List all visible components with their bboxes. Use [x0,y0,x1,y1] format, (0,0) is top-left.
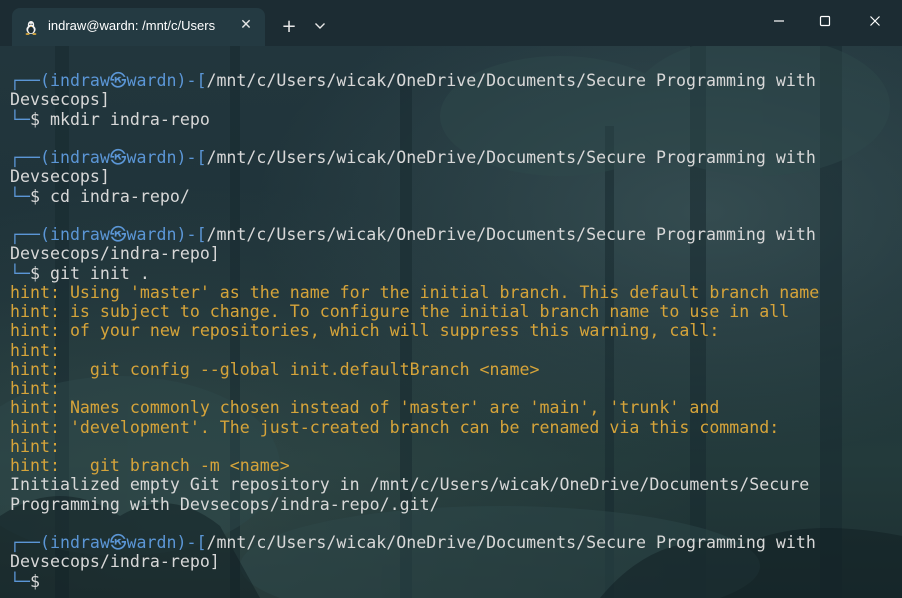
prompt-frame: ┌──( [10,225,50,244]
new-tab-button[interactable]: + [276,13,302,39]
hint-text: hint: git branch -m <name> [10,456,290,475]
title-bar: indraw@wardn: /mnt/c/Users ✕ + [0,0,902,46]
hint-line: hint: git config --global init.defaultBr… [10,360,892,379]
hint-line: hint: git branch -m <name> [10,456,892,475]
hint-text: hint: Names commonly chosen instead of '… [10,398,720,418]
prompt-corner: └─ [10,571,30,591]
prompt-user: indraw [49,533,110,552]
hint-line: hint: of your new repositories, which wi… [10,321,892,340]
hint-text: hint: is subject to change. To configure… [10,302,790,321]
prompt-frame: ┌──( [10,533,50,552]
prompt-user: indraw [49,71,110,90]
prompt-frame: ┌──( [10,148,50,167]
tab-close-icon[interactable]: ✕ [235,14,257,36]
prompt-path: /mnt/c/Users/wicak/OneDrive/Documents/Se… [206,533,816,552]
command-line: └─$ cd indra-repo/ [10,187,892,206]
prompt-dollar: $ [29,109,40,129]
prompt-path: /mnt/c/Users/wicak/OneDrive/Documents/Se… [206,71,816,90]
linux-penguin-icon [23,19,39,35]
command-text: git init . [39,263,150,283]
hint-line: hint: Using 'master' as the name for the… [10,283,892,302]
prompt-user: indraw [49,225,110,244]
prompt-at-symbol: ㉿ [109,148,127,167]
prompt-at-symbol: ㉿ [109,71,127,90]
prompt-header-line: ┌──(indraw㉿wardn)-[/mnt/c/Users/wicak/On… [10,533,892,552]
prompt-at-symbol: ㉿ [109,225,127,244]
prompt-dollar: $ [29,571,40,591]
terminal-viewport[interactable]: ┌──(indraw㉿wardn)-[/mnt/c/Users/wicak/On… [0,46,902,598]
prompt-corner: └─ [10,109,30,129]
tab-title: indraw@wardn: /mnt/c/Users [48,18,216,33]
hint-line: hint: [10,379,892,398]
tab-terminal[interactable]: indraw@wardn: /mnt/c/Users ✕ [12,8,265,46]
prompt-host: wardn [126,71,177,90]
hint-text: hint: of your new repositories, which wi… [10,321,720,341]
output-text: Programming with Devsecops/indra-repo/.g… [10,494,440,514]
hint-text: hint: 'development'. The just-created br… [10,417,780,437]
prompt-host: wardn [126,225,177,244]
hint-line: hint: [10,341,892,360]
prompt-header-line: ┌──(indraw㉿wardn)-[/mnt/c/Users/wicak/On… [10,148,892,167]
prompt-separator: )-[ [176,533,207,552]
hint-text: hint: Using 'master' as the name for the… [10,282,820,302]
close-icon[interactable] [852,0,898,42]
hint-line: hint: 'development'. The just-created br… [10,418,892,437]
command-text: cd indra-repo/ [39,186,190,206]
command-text: mkdir indra-repo [39,109,210,129]
command-line: └─$ [10,572,892,591]
prompt-header-line: ┌──(indraw㉿wardn)-[/mnt/c/Users/wicak/On… [10,225,892,244]
prompt-path-cont: Devsecops/indra-repo] [10,552,220,572]
hint-line: hint: Names commonly chosen instead of '… [10,398,892,417]
minimize-icon[interactable] [756,0,802,42]
prompt-header-line: ┌──(indraw㉿wardn)-[/mnt/c/Users/wicak/On… [10,71,892,90]
hint-text: hint: git config --global init.defaultBr… [10,359,540,379]
hint-text: hint: [10,379,60,398]
prompt-separator: )-[ [176,225,207,244]
prompt-path-cont: Devsecops] [10,90,110,110]
prompt-dollar: $ [29,263,40,283]
prompt-path-continuation: Devsecops] [10,90,892,109]
output-text: Initialized empty Git repository in /mnt… [10,475,810,495]
prompt-path-cont: Devsecops] [10,167,110,187]
hint-text: hint: [10,340,60,360]
prompt-corner: └─ [10,186,30,206]
prompt-separator: )-[ [176,71,207,90]
chevron-down-icon[interactable] [308,13,332,39]
prompt-frame: ┌──( [10,71,50,90]
hint-line: hint: [10,437,892,456]
prompt-corner: └─ [10,263,30,283]
hint-text: hint: [10,436,60,456]
hint-line: hint: is subject to change. To configure… [10,302,892,321]
maximize-icon[interactable] [802,0,848,42]
command-line: └─$ git init . [10,264,892,283]
prompt-path-cont: Devsecops/indra-repo] [10,244,220,264]
prompt-host: wardn [126,533,177,552]
prompt-dollar: $ [29,186,40,206]
prompt-user: indraw [49,148,110,167]
prompt-path-continuation: Devsecops] [10,167,892,186]
command-line: └─$ mkdir indra-repo [10,110,892,129]
prompt-at-symbol: ㉿ [109,533,127,552]
prompt-path: /mnt/c/Users/wicak/OneDrive/Documents/Se… [206,225,816,244]
prompt-path-continuation: Devsecops/indra-repo] [10,244,892,263]
terminal-output: ┌──(indraw㉿wardn)-[/mnt/c/Users/wicak/On… [10,71,892,591]
output-line: Programming with Devsecops/indra-repo/.g… [10,495,892,514]
output-line: Initialized empty Git repository in /mnt… [10,475,892,494]
prompt-path-continuation: Devsecops/indra-repo] [10,552,892,571]
prompt-path: /mnt/c/Users/wicak/OneDrive/Documents/Se… [206,148,816,167]
prompt-separator: )-[ [176,148,207,167]
prompt-host: wardn [126,148,177,167]
